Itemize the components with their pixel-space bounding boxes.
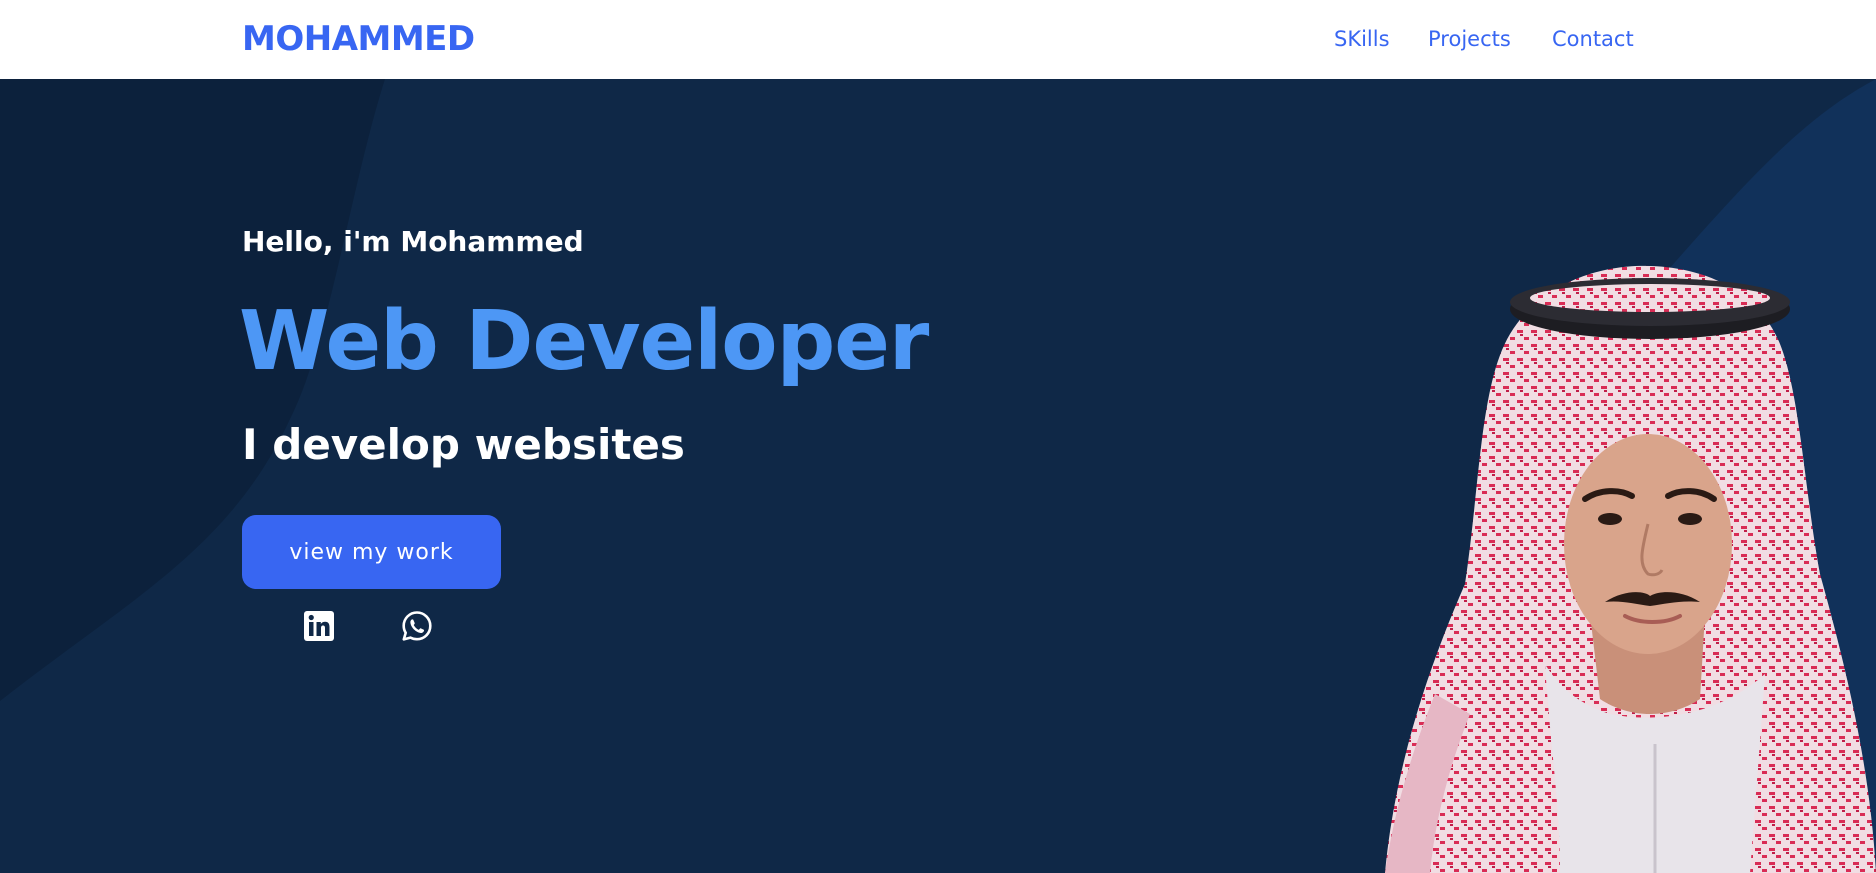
linkedin-icon [304,611,334,641]
hero-greeting: Hello, i'm Mohammed [242,225,584,258]
nav-link-contact[interactable]: Contact [1552,26,1634,52]
nav-link-projects[interactable]: Projects [1428,26,1511,52]
linkedin-link[interactable] [302,609,336,643]
navbar: MOHAMMED SKills Projects Contact [0,0,1876,79]
whatsapp-icon [402,611,432,641]
site-logo[interactable]: MOHAMMED [242,19,475,59]
hero-headline: Web Developer [239,294,929,389]
profile-portrait [1385,265,1876,873]
view-my-work-button[interactable]: view my work [242,515,501,589]
whatsapp-link[interactable] [400,609,434,643]
hero-subheadline: I develop websites [242,420,685,469]
hero-section: Hello, i'm Mohammed Web Developer I deve… [0,79,1876,873]
nav-link-skills[interactable]: SKills [1334,26,1390,52]
